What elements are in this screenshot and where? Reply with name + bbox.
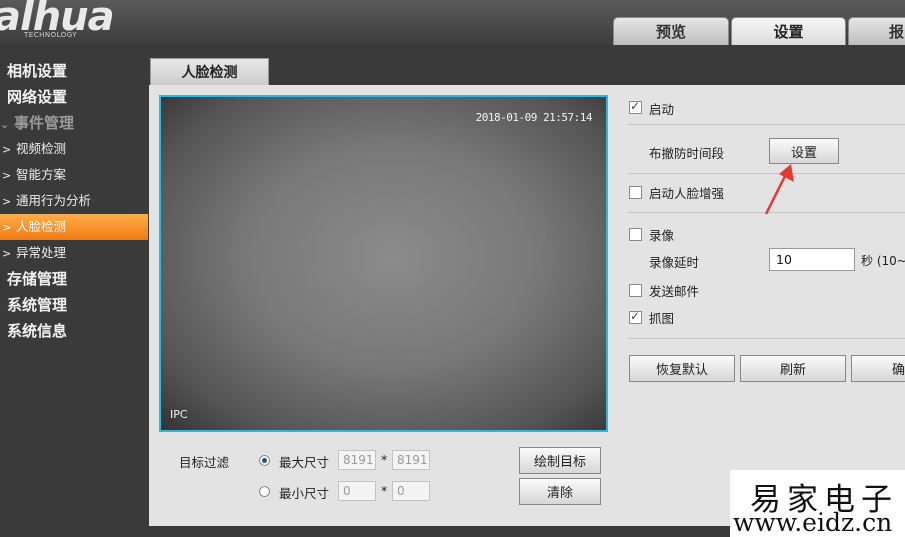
face-enhance-checkbox[interactable] — [629, 186, 642, 199]
record-delay-label: 录像延时 — [649, 255, 700, 270]
top-header: alhua TECHNOLOGY 预览 设置 报 — [0, 0, 905, 45]
chevron-down-icon: ⌄ — [0, 118, 10, 131]
target-filter-label: 目标过滤 — [179, 455, 230, 470]
divider — [628, 124, 905, 125]
watermark-url: www.eidz.cn — [733, 508, 893, 537]
tab-settings[interactable]: 设置 — [731, 17, 846, 45]
restore-default-button[interactable]: 恢复默认 — [629, 355, 735, 382]
video-channel-label: IPC — [170, 408, 188, 421]
tab-report[interactable]: 报 — [848, 17, 905, 45]
sidebar-item-storage-management[interactable]: 存储管理 — [0, 266, 148, 292]
enable-checkbox[interactable] — [629, 99, 642, 114]
confirm-button[interactable]: 确 — [851, 355, 905, 382]
sidebar-item-exception-handling[interactable]: > 异常处理 — [0, 240, 148, 266]
refresh-button[interactable]: 刷新 — [740, 355, 846, 382]
enable-label: 启动 — [649, 102, 675, 117]
chevron-right-icon: > — [2, 169, 12, 182]
sidebar-item-label: 事件管理 — [14, 114, 75, 132]
email-label: 发送邮件 — [649, 284, 700, 299]
max-size-label: 最大尺寸 — [279, 455, 330, 470]
face-enhance-label: 启动人脸增强 — [649, 186, 725, 201]
clear-button[interactable]: 清除 — [519, 478, 601, 505]
max-size-radio[interactable] — [259, 455, 270, 466]
min-size-label: 最小尺寸 — [279, 486, 330, 501]
chevron-right-icon: > — [2, 221, 12, 234]
email-checkbox[interactable] — [629, 284, 642, 297]
min-height-input[interactable]: 0 — [392, 481, 430, 501]
sidebar-item-system-info[interactable]: 系统信息 — [0, 318, 148, 344]
sidebar-item-label: 人脸检测 — [16, 219, 67, 234]
sidebar-item-behavior-analysis[interactable]: > 通用行为分析 — [0, 188, 148, 214]
sidebar-item-face-detection[interactable]: > 人脸检测 — [0, 214, 148, 240]
sidebar-item-system-management[interactable]: 系统管理 — [0, 292, 148, 318]
max-width-input[interactable]: 8191 — [338, 450, 376, 470]
record-delay-input[interactable]: 10 — [769, 248, 855, 271]
video-timestamp: 2018-01-09 21:57:14 — [475, 111, 593, 124]
min-width-input[interactable]: 0 — [338, 481, 376, 501]
divider — [628, 338, 905, 339]
chevron-right-icon: > — [2, 195, 12, 208]
video-preview[interactable]: 2018-01-09 21:57:14 IPC — [159, 95, 608, 432]
tab-face-detection[interactable]: 人脸检测 — [150, 58, 269, 85]
sidebar-item-camera-settings[interactable]: 相机设置 — [0, 58, 148, 84]
sidebar-item-label: 视频检测 — [16, 141, 67, 156]
times-sign: * — [381, 452, 388, 467]
times-sign: * — [381, 483, 388, 498]
brand-logo-subtitle: TECHNOLOGY — [24, 31, 78, 39]
tab-preview[interactable]: 预览 — [613, 17, 729, 45]
sidebar-item-label: 异常处理 — [16, 245, 67, 260]
draw-target-button[interactable]: 绘制目标 — [519, 447, 601, 474]
snapshot-checkbox[interactable] — [629, 309, 642, 324]
sidebar-item-label: 智能方案 — [16, 167, 67, 182]
snapshot-label: 抓图 — [649, 311, 675, 326]
max-height-input[interactable]: 8191 — [392, 450, 430, 470]
min-size-radio[interactable] — [259, 486, 270, 497]
sidebar-item-network-settings[interactable]: 网络设置 — [0, 84, 148, 110]
record-label: 录像 — [649, 228, 675, 243]
record-checkbox[interactable] — [629, 228, 642, 241]
chevron-right-icon: > — [2, 247, 12, 260]
record-delay-unit: 秒 (10~3 — [861, 254, 905, 268]
sidebar-item-label: 通用行为分析 — [16, 193, 92, 208]
sidebar-item-video-detection[interactable]: > 视频检测 — [0, 136, 148, 162]
chevron-right-icon: > — [2, 143, 12, 156]
sidebar-item-event-management[interactable]: ⌄ 事件管理 — [0, 110, 148, 136]
schedule-label: 布撤防时间段 — [649, 146, 725, 161]
sidebar: 相机设置 网络设置 ⌄ 事件管理 > 视频检测 > 智能方案 > 通用行为分析 > 人脸检… — [0, 58, 148, 344]
sidebar-item-smart-plan[interactable]: > 智能方案 — [0, 162, 148, 188]
annotation-arrow-icon — [764, 164, 794, 215]
